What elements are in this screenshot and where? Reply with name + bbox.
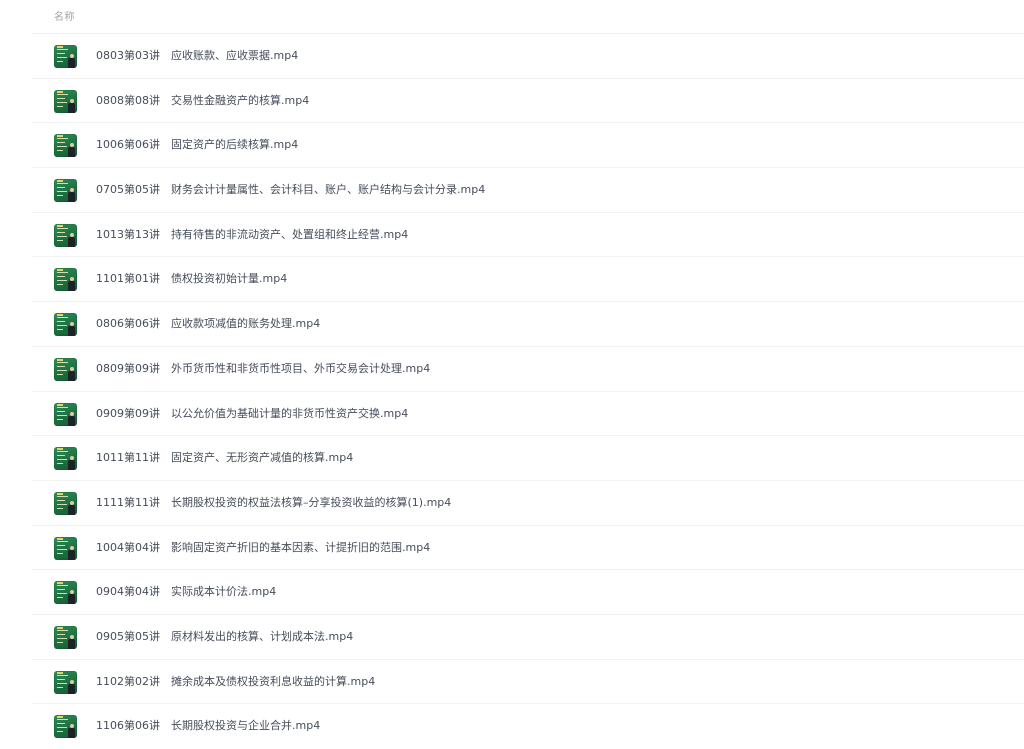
file-title: 固定资产的后续核算.mp4 [171,138,299,152]
file-name[interactable]: 1101第01讲 债权投资初始计量.mp4 [96,257,287,301]
video-thumbnail-icon [54,447,77,471]
video-thumbnail-icon [54,45,77,68]
file-row[interactable]: 0803第03讲 应收账款、应收票据.mp4 [32,33,1024,78]
video-thumbnail-icon [54,134,77,158]
video-thumbnail-icon [54,223,77,247]
lecture-code: 0909第09讲 [96,406,160,420]
file-title: 以公允价值为基础计量的非货币性资产交换.mp4 [171,406,409,420]
file-name[interactable]: 0705第05讲 财务会计计量属性、会计科目、账户、账户结构与会计分录.mp4 [96,168,485,212]
file-row[interactable]: 0705第05讲 财务会计计量属性、会计科目、账户、账户结构与会计分录.mp4 [32,167,1024,212]
file-row[interactable]: 1011第11讲 固定资产、无形资产减值的核算.mp4 [32,435,1024,480]
file-row[interactable]: 1106第06讲 长期股权投资与企业合并.mp4 [32,703,1024,748]
file-title: 债权投资初始计量.mp4 [171,272,288,286]
file-name[interactable]: 1006第06讲 固定资产的后续核算.mp4 [96,123,298,167]
file-row[interactable]: 0808第08讲 交易性金融资产的核算.mp4 [32,77,1024,123]
file-name[interactable]: 1004第04讲 影响固定资产折旧的基本因素、计提折旧的范围.mp4 [96,526,430,570]
video-thumbnail-icon [54,268,77,292]
lecture-code: 0705第05讲 [96,183,160,197]
file-title: 影响固定资产折旧的基本因素、计提折旧的范围.mp4 [171,540,431,554]
file-row[interactable]: 0806第06讲 应收款项减值的账务处理.mp4 [32,301,1024,346]
file-row[interactable]: 1111第11讲 长期股权投资的权益法核算–分享投资收益的核算(1).mp4 [32,479,1024,525]
video-thumbnail-icon [54,625,77,649]
lecture-code: 1101第01讲 [96,272,160,286]
file-row[interactable]: 1006第06讲 固定资产的后续核算.mp4 [32,122,1024,167]
video-thumbnail-icon [54,357,77,381]
video-thumbnail-icon [54,581,77,605]
video-thumbnail-icon [54,491,77,515]
file-title: 长期股权投资与企业合并.mp4 [171,719,321,733]
file-row[interactable]: 0904第04讲 实际成本计价法.mp4 [32,569,1024,614]
file-name[interactable]: 0803第03讲 应收账款、应收票据.mp4 [96,34,298,78]
file-name[interactable]: 0909第09讲 以公允价值为基础计量的非货币性资产交换.mp4 [96,392,408,436]
file-name[interactable]: 0905第05讲 原材料发出的核算、计划成本法.mp4 [96,615,353,659]
video-thumbnail-icon [54,670,77,694]
lecture-code: 1006第06讲 [96,138,160,152]
file-name[interactable]: 1106第06讲 长期股权投资与企业合并.mp4 [96,704,320,748]
video-thumbnail-icon [54,179,77,203]
lecture-code: 1106第06讲 [96,719,160,733]
lecture-code: 0904第04讲 [96,585,160,599]
video-thumbnail-icon [54,313,77,337]
file-title: 持有待售的非流动资产、处置组和终止经营.mp4 [171,227,409,241]
file-list: 名称 0803第03讲 应收账款、应收票据.mp4 0808第08讲 交易性金融资产的… [0,0,1024,749]
file-name[interactable]: 1111第11讲 长期股权投资的权益法核算–分享投资收益的核算(1).mp4 [96,481,451,525]
lecture-code: 0803第03讲 [96,49,160,62]
lecture-code: 1004第04讲 [96,540,160,554]
file-row[interactable]: 1101第01讲 债权投资初始计量.mp4 [32,256,1024,301]
file-row[interactable]: 1013第13讲 持有待售的非流动资产、处置组和终止经营.mp4 [32,211,1024,257]
file-row[interactable]: 1102第02讲 摊余成本及债权投资利息收益的计算.mp4 [32,658,1024,704]
file-title: 财务会计计量属性、会计科目、账户、账户结构与会计分录.mp4 [171,183,486,197]
file-name[interactable]: 1013第13讲 持有待售的非流动资产、处置组和终止经营.mp4 [96,213,408,257]
file-name[interactable]: 1102第02讲 摊余成本及债权投资利息收益的计算.mp4 [96,660,375,704]
video-thumbnail-icon [54,536,77,560]
file-title: 交易性金融资产的核算.mp4 [171,93,310,107]
video-thumbnail-icon [54,89,77,113]
file-row[interactable]: 0909第09讲 以公允价值为基础计量的非货币性资产交换.mp4 [32,390,1024,436]
file-name[interactable]: 1011第11讲 固定资产、无形资产减值的核算.mp4 [96,436,353,480]
name-column-header[interactable]: 名称 [54,8,75,23]
lecture-code: 0905第05讲 [96,629,160,643]
lecture-code: 0806第06讲 [96,317,160,331]
file-name[interactable]: 0809第09讲 外币货币性和非货币性项目、外币交易会计处理.mp4 [96,347,430,391]
file-title: 摊余成本及债权投资利息收益的计算.mp4 [171,674,376,688]
lecture-code: 1011第11讲 [96,451,160,465]
video-thumbnail-icon [54,402,77,426]
lecture-code: 1013第13讲 [96,227,160,241]
file-title: 固定资产、无形资产减值的核算.mp4 [171,451,354,465]
file-rows: 0803第03讲 应收账款、应收票据.mp4 0808第08讲 交易性金融资产的核算.… [32,33,1024,748]
file-title: 原材料发出的核算、计划成本法.mp4 [171,629,354,643]
file-title: 应收账款、应收票据.mp4 [171,49,299,62]
file-name[interactable]: 0806第06讲 应收款项减值的账务处理.mp4 [96,302,320,346]
lecture-code: 1102第02讲 [96,674,160,688]
file-row[interactable]: 0905第05讲 原材料发出的核算、计划成本法.mp4 [32,613,1024,659]
file-row[interactable]: 0809第09讲 外币货币性和非货币性项目、外币交易会计处理.mp4 [32,345,1024,391]
file-title: 外币货币性和非货币性项目、外币交易会计处理.mp4 [171,361,431,375]
lecture-code: 1111第11讲 [96,495,160,509]
file-name[interactable]: 0808第08讲 交易性金融资产的核算.mp4 [96,79,309,123]
lecture-code: 0808第08讲 [96,93,160,107]
lecture-code: 0809第09讲 [96,361,160,375]
file-title: 实际成本计价法.mp4 [171,585,277,599]
video-thumbnail-icon [54,715,77,739]
file-row[interactable]: 1004第04讲 影响固定资产折旧的基本因素、计提折旧的范围.mp4 [32,524,1024,570]
file-name[interactable]: 0904第04讲 实际成本计价法.mp4 [96,570,276,614]
file-title: 应收款项减值的账务处理.mp4 [171,317,321,331]
file-title: 长期股权投资的权益法核算–分享投资收益的核算(1).mp4 [171,495,452,509]
